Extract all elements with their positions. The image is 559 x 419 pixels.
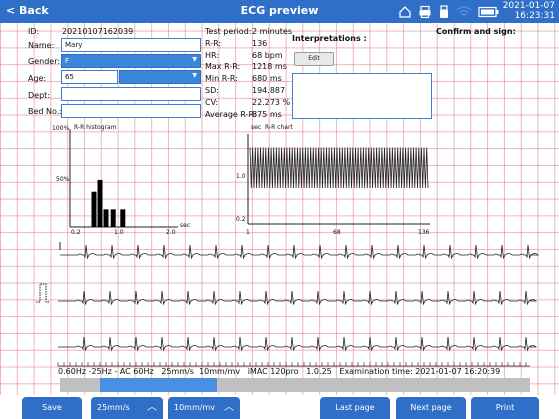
next-page-button[interactable]: Next page — [396, 397, 466, 419]
scrollbar-thumb[interactable] — [100, 378, 217, 392]
histogram-bar — [120, 209, 126, 227]
histogram-xtick: 1.0 — [114, 229, 124, 236]
histogram-title: R-R histogram — [74, 124, 117, 131]
rr-chart-title: R-R chart — [265, 124, 293, 131]
rr-chart-xtick: 136 — [418, 229, 430, 236]
histogram-xtick: 2.0 — [166, 229, 176, 236]
last-page-button[interactable]: Last page — [320, 397, 390, 419]
rr-histogram: R-R histogram 100% 50% 0.2 1.0 2.0 sec — [52, 124, 190, 236]
speed-info: 25mm/s — [161, 367, 194, 376]
filter-info: 0.60Hz -25Hz - AC 60Hz — [58, 367, 154, 376]
histogram-bar — [110, 209, 116, 227]
device-info: iMAC 120pro — [247, 367, 299, 376]
gain-select[interactable]: 10mm/mv ︿ — [168, 397, 240, 419]
rr-chart-ylabel: sec — [251, 124, 261, 131]
histogram-ytick: 100% — [52, 125, 69, 132]
speed-select[interactable]: 25mm/s ︿ — [91, 397, 163, 419]
histogram-bar — [91, 191, 97, 227]
version-info: 1.0.25 — [306, 367, 332, 376]
histogram-bar — [103, 209, 109, 227]
rr-series-line — [249, 147, 429, 189]
speed-select-value: 25mm/s — [97, 403, 130, 412]
histogram-xtick: 0.2 — [71, 229, 81, 236]
ecg-strip — [58, 336, 537, 352]
calibration-marker — [36, 283, 50, 303]
ecg-strip — [58, 290, 537, 306]
rr-chart-ytick: 0.2 — [236, 216, 246, 223]
gain-select-value: 10mm/mv — [174, 403, 215, 412]
footer-info: 0.60Hz -25Hz - AC 60Hz 25mm/s 10mm/mv iM… — [58, 367, 500, 376]
save-button[interactable]: Save — [22, 397, 82, 419]
rr-chart-ytick: 1.0 — [236, 173, 246, 180]
print-button[interactable]: Print — [471, 397, 539, 419]
rr-chart-xtick: 1 — [246, 229, 250, 236]
histogram-ytick: 50% — [56, 176, 70, 183]
rr-chart: sec R-R chart 1.0 0.2 1 68 136 — [236, 124, 430, 236]
rr-chart-xtick: 68 — [333, 229, 341, 236]
histogram-xlabel: sec — [180, 222, 190, 229]
ecg-strip — [60, 244, 539, 260]
exam-time: Examination time: 2021-01-07 16:20:39 — [339, 367, 501, 376]
histogram-bar — [97, 179, 103, 227]
gain-info: 10mm/mv — [199, 367, 241, 376]
chevron-up-icon: ︿ — [224, 402, 234, 413]
charts-canvas: R-R histogram 100% 50% 0.2 1.0 2.0 sec s… — [36, 124, 539, 367]
chevron-up-icon: ︿ — [147, 402, 157, 413]
